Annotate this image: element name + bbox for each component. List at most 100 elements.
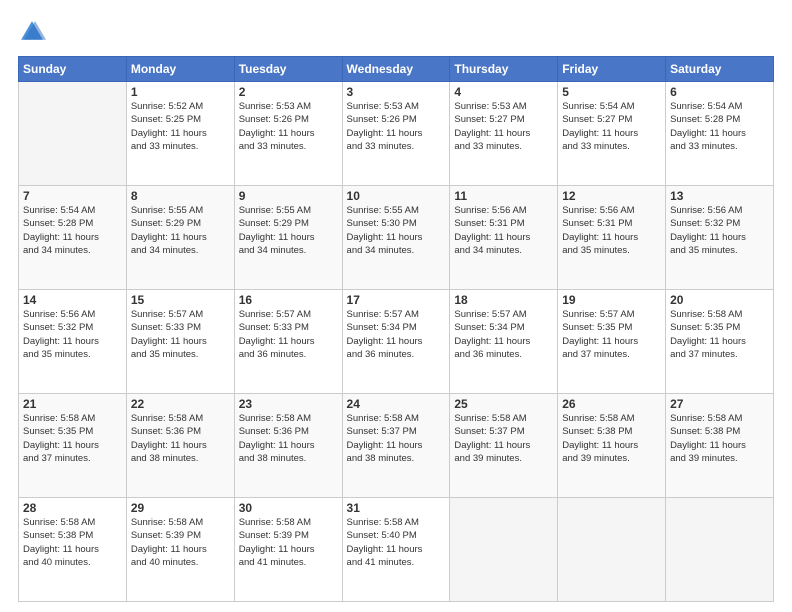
day-cell: 11Sunrise: 5:56 AM Sunset: 5:31 PM Dayli… <box>450 186 558 290</box>
day-info: Sunrise: 5:53 AM Sunset: 5:26 PM Dayligh… <box>239 100 338 153</box>
day-number: 27 <box>670 397 769 411</box>
calendar-table: SundayMondayTuesdayWednesdayThursdayFrid… <box>18 56 774 602</box>
day-cell <box>558 498 666 602</box>
day-cell: 25Sunrise: 5:58 AM Sunset: 5:37 PM Dayli… <box>450 394 558 498</box>
day-cell: 5Sunrise: 5:54 AM Sunset: 5:27 PM Daylig… <box>558 82 666 186</box>
day-number: 20 <box>670 293 769 307</box>
day-cell <box>666 498 774 602</box>
day-info: Sunrise: 5:56 AM Sunset: 5:31 PM Dayligh… <box>562 204 661 257</box>
day-info: Sunrise: 5:55 AM Sunset: 5:29 PM Dayligh… <box>239 204 338 257</box>
day-info: Sunrise: 5:58 AM Sunset: 5:35 PM Dayligh… <box>670 308 769 361</box>
day-cell: 16Sunrise: 5:57 AM Sunset: 5:33 PM Dayli… <box>234 290 342 394</box>
day-number: 10 <box>347 189 446 203</box>
day-cell: 2Sunrise: 5:53 AM Sunset: 5:26 PM Daylig… <box>234 82 342 186</box>
header <box>18 18 774 46</box>
day-cell: 29Sunrise: 5:58 AM Sunset: 5:39 PM Dayli… <box>126 498 234 602</box>
day-number: 22 <box>131 397 230 411</box>
day-info: Sunrise: 5:58 AM Sunset: 5:35 PM Dayligh… <box>23 412 122 465</box>
day-info: Sunrise: 5:58 AM Sunset: 5:39 PM Dayligh… <box>239 516 338 569</box>
day-cell: 12Sunrise: 5:56 AM Sunset: 5:31 PM Dayli… <box>558 186 666 290</box>
day-cell: 15Sunrise: 5:57 AM Sunset: 5:33 PM Dayli… <box>126 290 234 394</box>
day-number: 6 <box>670 85 769 99</box>
day-number: 14 <box>23 293 122 307</box>
day-info: Sunrise: 5:58 AM Sunset: 5:38 PM Dayligh… <box>670 412 769 465</box>
day-cell: 23Sunrise: 5:58 AM Sunset: 5:36 PM Dayli… <box>234 394 342 498</box>
day-cell <box>450 498 558 602</box>
day-info: Sunrise: 5:54 AM Sunset: 5:27 PM Dayligh… <box>562 100 661 153</box>
day-cell: 28Sunrise: 5:58 AM Sunset: 5:38 PM Dayli… <box>19 498 127 602</box>
day-info: Sunrise: 5:57 AM Sunset: 5:35 PM Dayligh… <box>562 308 661 361</box>
day-cell: 13Sunrise: 5:56 AM Sunset: 5:32 PM Dayli… <box>666 186 774 290</box>
day-number: 2 <box>239 85 338 99</box>
day-number: 25 <box>454 397 553 411</box>
day-number: 30 <box>239 501 338 515</box>
day-cell: 9Sunrise: 5:55 AM Sunset: 5:29 PM Daylig… <box>234 186 342 290</box>
day-number: 15 <box>131 293 230 307</box>
day-number: 18 <box>454 293 553 307</box>
day-number: 17 <box>347 293 446 307</box>
col-header-friday: Friday <box>558 57 666 82</box>
day-info: Sunrise: 5:56 AM Sunset: 5:32 PM Dayligh… <box>670 204 769 257</box>
day-info: Sunrise: 5:53 AM Sunset: 5:26 PM Dayligh… <box>347 100 446 153</box>
logo <box>18 18 50 46</box>
day-info: Sunrise: 5:58 AM Sunset: 5:36 PM Dayligh… <box>239 412 338 465</box>
day-info: Sunrise: 5:58 AM Sunset: 5:39 PM Dayligh… <box>131 516 230 569</box>
day-info: Sunrise: 5:58 AM Sunset: 5:40 PM Dayligh… <box>347 516 446 569</box>
day-info: Sunrise: 5:55 AM Sunset: 5:29 PM Dayligh… <box>131 204 230 257</box>
day-info: Sunrise: 5:58 AM Sunset: 5:38 PM Dayligh… <box>23 516 122 569</box>
day-number: 23 <box>239 397 338 411</box>
day-info: Sunrise: 5:52 AM Sunset: 5:25 PM Dayligh… <box>131 100 230 153</box>
day-cell: 24Sunrise: 5:58 AM Sunset: 5:37 PM Dayli… <box>342 394 450 498</box>
day-info: Sunrise: 5:57 AM Sunset: 5:33 PM Dayligh… <box>239 308 338 361</box>
day-info: Sunrise: 5:58 AM Sunset: 5:36 PM Dayligh… <box>131 412 230 465</box>
day-number: 16 <box>239 293 338 307</box>
col-header-thursday: Thursday <box>450 57 558 82</box>
day-info: Sunrise: 5:57 AM Sunset: 5:34 PM Dayligh… <box>347 308 446 361</box>
col-header-tuesday: Tuesday <box>234 57 342 82</box>
day-number: 29 <box>131 501 230 515</box>
day-number: 9 <box>239 189 338 203</box>
day-cell: 17Sunrise: 5:57 AM Sunset: 5:34 PM Dayli… <box>342 290 450 394</box>
day-cell: 19Sunrise: 5:57 AM Sunset: 5:35 PM Dayli… <box>558 290 666 394</box>
day-cell <box>19 82 127 186</box>
day-number: 5 <box>562 85 661 99</box>
day-number: 11 <box>454 189 553 203</box>
day-number: 28 <box>23 501 122 515</box>
day-cell: 6Sunrise: 5:54 AM Sunset: 5:28 PM Daylig… <box>666 82 774 186</box>
logo-icon <box>18 18 46 46</box>
day-number: 8 <box>131 189 230 203</box>
day-info: Sunrise: 5:56 AM Sunset: 5:31 PM Dayligh… <box>454 204 553 257</box>
day-number: 19 <box>562 293 661 307</box>
day-cell: 18Sunrise: 5:57 AM Sunset: 5:34 PM Dayli… <box>450 290 558 394</box>
day-number: 31 <box>347 501 446 515</box>
day-info: Sunrise: 5:54 AM Sunset: 5:28 PM Dayligh… <box>23 204 122 257</box>
day-info: Sunrise: 5:57 AM Sunset: 5:34 PM Dayligh… <box>454 308 553 361</box>
day-cell: 27Sunrise: 5:58 AM Sunset: 5:38 PM Dayli… <box>666 394 774 498</box>
week-row-4: 21Sunrise: 5:58 AM Sunset: 5:35 PM Dayli… <box>19 394 774 498</box>
day-info: Sunrise: 5:58 AM Sunset: 5:37 PM Dayligh… <box>347 412 446 465</box>
day-info: Sunrise: 5:56 AM Sunset: 5:32 PM Dayligh… <box>23 308 122 361</box>
col-header-sunday: Sunday <box>19 57 127 82</box>
day-number: 13 <box>670 189 769 203</box>
day-cell: 3Sunrise: 5:53 AM Sunset: 5:26 PM Daylig… <box>342 82 450 186</box>
day-cell: 10Sunrise: 5:55 AM Sunset: 5:30 PM Dayli… <box>342 186 450 290</box>
day-cell: 20Sunrise: 5:58 AM Sunset: 5:35 PM Dayli… <box>666 290 774 394</box>
week-row-5: 28Sunrise: 5:58 AM Sunset: 5:38 PM Dayli… <box>19 498 774 602</box>
day-info: Sunrise: 5:54 AM Sunset: 5:28 PM Dayligh… <box>670 100 769 153</box>
day-number: 1 <box>131 85 230 99</box>
day-number: 26 <box>562 397 661 411</box>
day-cell: 4Sunrise: 5:53 AM Sunset: 5:27 PM Daylig… <box>450 82 558 186</box>
day-info: Sunrise: 5:58 AM Sunset: 5:38 PM Dayligh… <box>562 412 661 465</box>
day-cell: 14Sunrise: 5:56 AM Sunset: 5:32 PM Dayli… <box>19 290 127 394</box>
week-row-2: 7Sunrise: 5:54 AM Sunset: 5:28 PM Daylig… <box>19 186 774 290</box>
col-header-saturday: Saturday <box>666 57 774 82</box>
day-info: Sunrise: 5:53 AM Sunset: 5:27 PM Dayligh… <box>454 100 553 153</box>
day-info: Sunrise: 5:57 AM Sunset: 5:33 PM Dayligh… <box>131 308 230 361</box>
day-cell: 8Sunrise: 5:55 AM Sunset: 5:29 PM Daylig… <box>126 186 234 290</box>
week-row-1: 1Sunrise: 5:52 AM Sunset: 5:25 PM Daylig… <box>19 82 774 186</box>
day-cell: 22Sunrise: 5:58 AM Sunset: 5:36 PM Dayli… <box>126 394 234 498</box>
day-number: 12 <box>562 189 661 203</box>
day-cell: 1Sunrise: 5:52 AM Sunset: 5:25 PM Daylig… <box>126 82 234 186</box>
day-number: 4 <box>454 85 553 99</box>
week-row-3: 14Sunrise: 5:56 AM Sunset: 5:32 PM Dayli… <box>19 290 774 394</box>
